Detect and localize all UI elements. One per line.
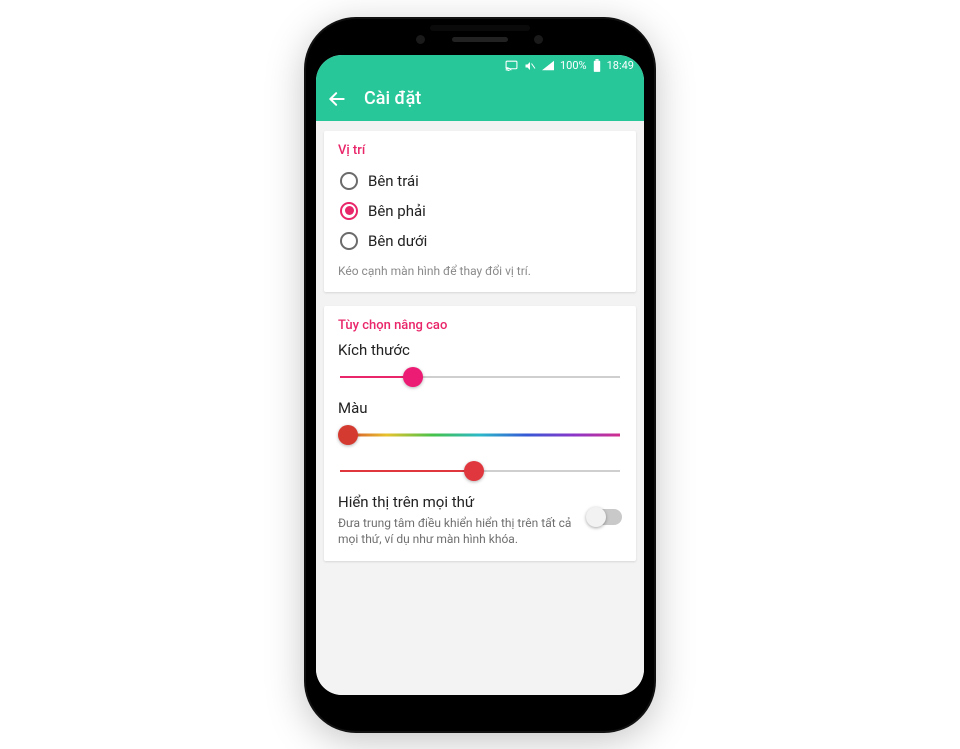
- radio-option-bottom[interactable]: Bên dưới: [338, 226, 622, 256]
- slider-thumb[interactable]: [338, 425, 358, 445]
- radio-icon: [340, 232, 358, 250]
- page-title: Cài đặt: [364, 88, 421, 109]
- position-card: Vị trí Bên trái Bên phải Bên dưới Kéo cạ…: [324, 131, 636, 292]
- advanced-section-title: Tùy chọn nâng cao: [338, 318, 622, 333]
- radio-icon: [340, 172, 358, 190]
- slider-track: [340, 433, 620, 436]
- position-hint: Kéo cạnh màn hình để thay đổi vị trí.: [338, 264, 622, 278]
- radio-option-right[interactable]: Bên phải: [338, 196, 622, 226]
- back-button[interactable]: [326, 88, 348, 110]
- overlay-title: Hiển thị trên mọi thứ: [338, 493, 578, 511]
- clock-label: 18:49: [607, 59, 634, 72]
- screen: 100% 18:49 Cài đặt Vị trí Bên trái: [316, 55, 644, 695]
- saturation-slider[interactable]: [340, 457, 620, 485]
- advanced-card: Tùy chọn nâng cao Kích thước Màu: [324, 306, 636, 561]
- earpiece: [452, 37, 508, 42]
- radio-option-left[interactable]: Bên trái: [338, 166, 622, 196]
- hue-slider[interactable]: [340, 421, 620, 449]
- radio-icon: [340, 202, 358, 220]
- arrow-left-icon: [327, 89, 347, 109]
- battery-label: 100%: [560, 59, 587, 72]
- slider-thumb[interactable]: [464, 461, 484, 481]
- status-bar: 100% 18:49: [316, 55, 644, 77]
- radio-label: Bên phải: [368, 202, 426, 220]
- content-scroll[interactable]: Vị trí Bên trái Bên phải Bên dưới Kéo cạ…: [316, 121, 644, 695]
- overlay-toggle-row: Hiển thị trên mọi thứ Đưa trung tâm điều…: [338, 493, 622, 547]
- cast-icon: [505, 60, 518, 71]
- size-label: Kích thước: [338, 341, 622, 359]
- slider-fill: [340, 470, 474, 472]
- phone-frame: 100% 18:49 Cài đặt Vị trí Bên trái: [306, 19, 654, 731]
- size-slider[interactable]: [340, 363, 620, 391]
- sensor-right: [534, 35, 543, 44]
- mute-icon: [524, 60, 536, 72]
- position-section-title: Vị trí: [338, 143, 622, 158]
- overlay-switch[interactable]: [588, 509, 622, 525]
- battery-icon: [593, 59, 601, 72]
- radio-label: Bên trái: [368, 172, 419, 190]
- sensor-left: [416, 35, 425, 44]
- color-label: Màu: [338, 399, 622, 417]
- app-bar: Cài đặt: [316, 77, 644, 121]
- overlay-description: Đưa trung tâm điều khiển hiển thị trên t…: [338, 515, 578, 547]
- slider-thumb[interactable]: [403, 367, 423, 387]
- radio-label: Bên dưới: [368, 232, 427, 250]
- signal-icon: [542, 60, 554, 71]
